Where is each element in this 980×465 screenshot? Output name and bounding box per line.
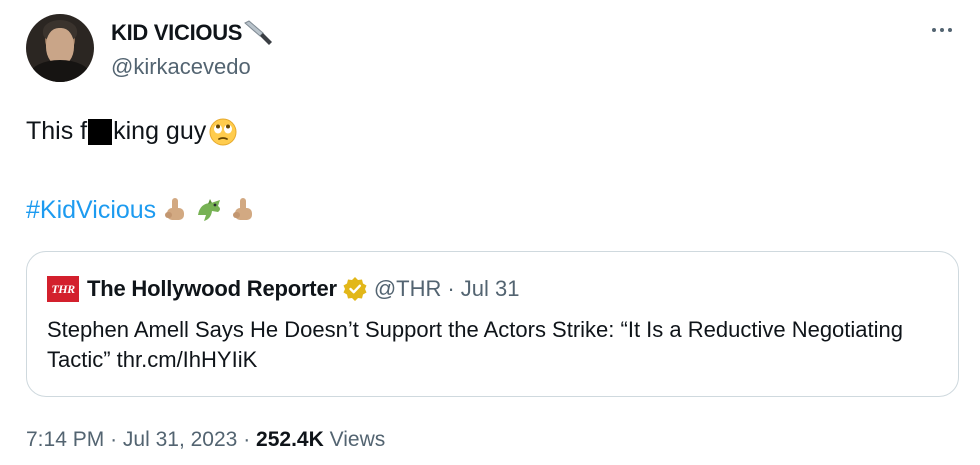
tweet-time[interactable]: 7:14 PM [26,428,104,451]
knife-icon [244,20,273,45]
tweet-text: This f king guy [26,117,237,146]
author-display-name[interactable]: KID VICIOUS [111,19,273,47]
author-name-text: KID VICIOUS [111,20,243,45]
hashtag-line: #KidVicious [26,195,258,225]
quoted-date: Jul 31 [460,276,520,301]
middle-finger-icon [165,198,185,220]
quoted-tweet-text: Stephen Amell Says He Doesn’t Support th… [47,317,903,372]
thr-logo: THR [47,276,79,302]
avatar[interactable] [26,14,94,82]
censor-bar [88,118,113,145]
quoted-tweet-header: THR The Hollywood Reporter @THR · Jul 31 [47,276,519,302]
views-label: Views [329,428,386,451]
middle-finger-icon [233,198,253,220]
quoted-separator: · [447,276,455,301]
quoted-author-name: The Hollywood Reporter [87,276,337,301]
tweet-date[interactable]: Jul 31, 2023 [123,428,237,451]
hashtag-link[interactable]: #KidVicious [26,196,156,225]
dragon-icon [198,199,222,221]
avatar-jacket [30,60,90,82]
views-count: 252.4K [256,428,324,451]
tweet-text-part-2: king guy [113,117,207,145]
verified-badge-icon [343,277,367,301]
face-with-rolling-eyes-icon [209,118,237,145]
quoted-tweet-card[interactable]: THR The Hollywood Reporter @THR · Jul 31… [26,251,959,397]
tweet-text-part-1: This f [26,117,88,145]
tweet-footer: 7:14 PM · Jul 31, 2023 · 252.4K Views [26,428,385,452]
author-handle[interactable]: @kirkacevedo [111,54,251,80]
more-options-icon[interactable] [927,20,957,40]
footer-separator-1: · [110,428,118,451]
quoted-author-handle: @THR [373,276,442,301]
footer-separator-2: · [243,428,251,451]
